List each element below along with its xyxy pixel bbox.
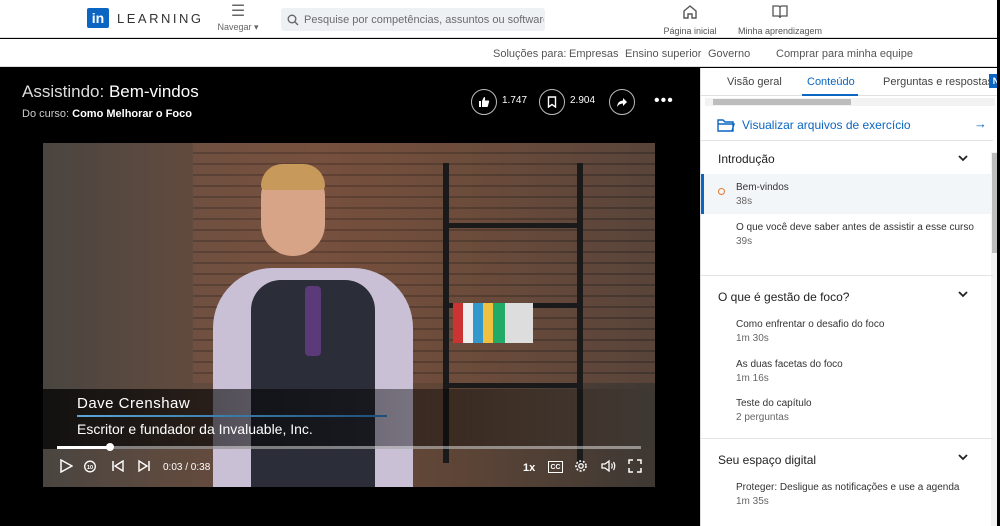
home-nav-button[interactable]: Página inicial (662, 4, 718, 36)
save-count: 2.904 (570, 95, 596, 106)
lesson-item[interactable]: As duas facetas do foco 1m 16s (736, 358, 976, 385)
book-icon (772, 5, 788, 19)
folder-icon (717, 119, 735, 132)
solutions-link-governo[interactable]: Governo (708, 48, 750, 60)
tab-overview[interactable]: Visão geral (727, 76, 782, 88)
navigate-menu-button[interactable]: ☰ Navegar ▾ (216, 4, 260, 33)
search-box[interactable] (281, 8, 545, 31)
quiz-item[interactable]: Teste do capítulo 2 perguntas (736, 397, 976, 424)
solutions-bar: Soluções para: Empresas Ensino superior … (0, 39, 1000, 67)
next-video-icon[interactable] (137, 459, 151, 473)
closed-captions-button[interactable]: CC (548, 461, 563, 473)
navigate-label: Navegar (217, 22, 252, 32)
lesson-title: O que você deve saber antes de assistir … (736, 222, 974, 233)
lesson-title: Bem-vindos (736, 182, 789, 193)
quiz-title: Teste do capítulo (736, 398, 812, 409)
course-link[interactable]: Como Melhorar o Foco (72, 108, 192, 120)
lesson-duration: 38s (736, 196, 753, 207)
lesson-duration: 39s (736, 236, 753, 247)
video-background-books (453, 303, 533, 343)
sidebar-tabs: Visão geral Conteúdo Perguntas e respost… (701, 68, 1000, 96)
svg-text:10: 10 (87, 465, 93, 471)
lesson-duration: 1m 16s (736, 373, 769, 384)
play-icon[interactable] (59, 459, 73, 473)
arrow-right-icon: → (974, 116, 987, 131)
lesson-title: Proteger: Desligue as notificações e use… (736, 482, 960, 493)
home-label: Página inicial (663, 26, 717, 36)
top-navigation: in LEARNING ☰ Navegar ▾ Página inicial M… (0, 0, 1000, 38)
tab-qa[interactable]: Perguntas e respostas (883, 76, 993, 88)
linkedin-logo-icon: in (87, 8, 109, 28)
like-button[interactable] (471, 89, 497, 115)
course-prefix: Do curso: (22, 108, 70, 120)
course-line: Do curso: Como Melhorar o Foco (22, 108, 192, 120)
presenter-title: Escritor e fundador da Invaluable, Inc. (77, 421, 313, 437)
save-button[interactable] (539, 89, 565, 115)
lesson-title: Como enfrentar o desafio do foco (736, 319, 885, 330)
lesson-item[interactable]: Como enfrentar o desafio do foco 1m 30s (736, 318, 976, 345)
volume-icon[interactable] (601, 459, 617, 473)
buy-for-team-link[interactable]: Comprar para minha equipe (776, 48, 913, 60)
quiz-question-count: 2 perguntas (736, 412, 789, 423)
lesson-item[interactable]: Proteger: Desligue as notificações e use… (736, 481, 976, 508)
like-count: 1.747 (502, 95, 528, 106)
video-title: Bem-vindos (108, 82, 199, 101)
exercise-files-link[interactable]: Visualizar arquivos de exercício → (717, 114, 987, 136)
bookmark-icon (547, 96, 557, 108)
previous-video-icon[interactable] (111, 459, 125, 473)
chevron-up-icon[interactable] (957, 451, 969, 463)
chapter-title[interactable]: Seu espaço digital (718, 453, 816, 467)
time-display: 0:03 / 0:38 (163, 462, 211, 473)
lower-third-divider (77, 415, 387, 417)
chapter-title[interactable]: Introdução (718, 152, 775, 166)
hamburger-icon: ☰ (230, 3, 246, 20)
active-tab-underline (802, 94, 858, 96)
watching-prefix: Assistindo: (22, 82, 105, 101)
lesson-title: As duas facetas do foco (736, 359, 843, 370)
solutions-label: Soluções para: (493, 48, 567, 60)
lesson-duration: 1m 35s (736, 496, 769, 507)
tab-content[interactable]: Conteúdo (807, 76, 855, 88)
video-player-area: Assistindo: Bem-vindos Do curso: Como Me… (0, 68, 700, 526)
thumbs-up-icon (479, 97, 490, 107)
home-icon (683, 5, 697, 19)
replay-10-icon[interactable]: 10 (83, 459, 97, 473)
progress-fill (57, 446, 110, 449)
search-icon (287, 14, 299, 25)
progress-scrubber-handle[interactable] (105, 443, 114, 451)
tabs-horizontal-scrollbar[interactable] (705, 98, 995, 106)
scrollbar-thumb[interactable] (713, 99, 851, 105)
settings-gear-icon[interactable] (574, 459, 588, 473)
presenter-name: Dave Crenshaw (77, 395, 191, 412)
chapter-title[interactable]: O que é gestão de foco? (718, 290, 849, 304)
linkedin-learning-logo[interactable]: in LEARNING (87, 8, 203, 28)
in-progress-dot-icon (718, 188, 725, 195)
lesson-duration: 1m 30s (736, 333, 769, 344)
lesson-item[interactable]: O que você deve saber antes de assistir … (736, 221, 976, 248)
course-sidebar: Visão geral Conteúdo Perguntas e respost… (700, 68, 1000, 526)
chevron-up-icon[interactable] (957, 288, 969, 300)
watching-title: Assistindo: Bem-vindos (22, 82, 199, 102)
playback-speed-button[interactable]: 1x (523, 462, 535, 474)
more-options-button[interactable]: ••• (654, 92, 674, 110)
search-input[interactable] (304, 13, 544, 26)
video-progress-bar[interactable] (57, 443, 641, 451)
my-learning-nav-button[interactable]: Minha aprendizagem (736, 4, 824, 36)
my-learning-label: Minha aprendizagem (737, 26, 823, 36)
share-button[interactable] (609, 89, 635, 115)
exercise-files-label: Visualizar arquivos de exercício (742, 118, 911, 132)
lesson-item[interactable]: Bem-vindos 38s (736, 181, 976, 208)
chevron-up-icon[interactable] (957, 152, 969, 164)
fullscreen-icon[interactable] (628, 459, 642, 473)
solutions-link-ensino-superior[interactable]: Ensino superior (625, 48, 701, 60)
solutions-link-empresas[interactable]: Empresas (569, 48, 619, 60)
share-arrow-icon (617, 97, 627, 107)
logo-text: LEARNING (117, 10, 204, 26)
video-frame[interactable]: Dave Crenshaw Escritor e fundador da Inv… (43, 143, 655, 487)
